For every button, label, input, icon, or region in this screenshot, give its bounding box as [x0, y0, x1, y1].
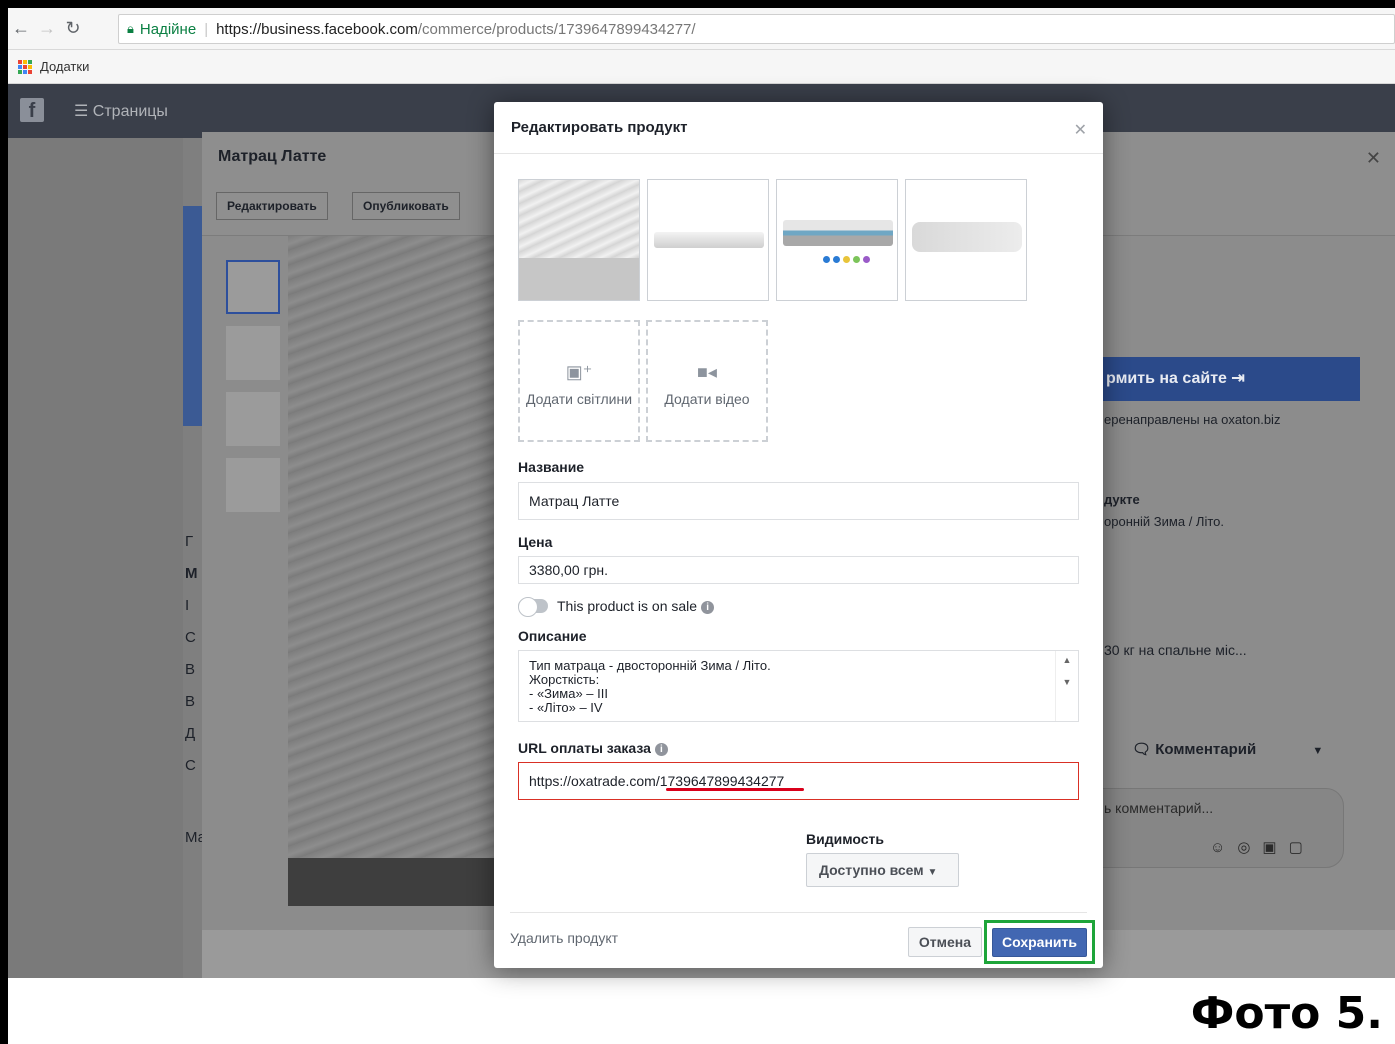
on-sale-toggle[interactable] [518, 597, 548, 617]
price-input[interactable]: 3380,00 грн. [518, 556, 1079, 584]
on-sale-label: This product is on sale i [557, 598, 715, 614]
browser-toolbar: ← → ↻ 🔒︎ Надійне | https://business.face… [8, 8, 1395, 50]
comment-tools: ☺◎▣▢ [1210, 838, 1315, 856]
secure-label: Надійне [139, 20, 197, 38]
publish-button[interactable]: Опубликовать [352, 192, 460, 220]
product-thumbnails [226, 260, 280, 524]
comment-placeholder: ь комментарий... [1104, 800, 1214, 816]
url-label: URL оплаты заказа i [518, 740, 668, 756]
visibility-label: Видимость [806, 831, 884, 847]
sticker-icon[interactable]: ▢ [1289, 839, 1315, 856]
scroll-down-icon[interactable]: ▼ [1056, 677, 1078, 687]
edit-product-modal: Редактировать продукт ✕ ▣⁺ Додати світли… [494, 102, 1103, 968]
info-icon[interactable]: i [654, 742, 668, 756]
name-input[interactable]: Матрац Латте [518, 482, 1079, 520]
checkout-url-input[interactable]: https://oxatrade.com/1739647899434277 [518, 762, 1079, 800]
save-highlight-frame: Сохранить [984, 920, 1095, 964]
add-photos-label: Додати світлини [525, 391, 633, 407]
about-text: оронній Зима / Літо. [1104, 514, 1224, 529]
bookmarks-bar: Додатки [8, 50, 1395, 84]
modal-footer-divider [510, 912, 1087, 913]
description-label: Описание [518, 628, 587, 644]
forward-arrow-icon[interactable]: → [34, 18, 60, 39]
visibility-dropdown[interactable]: Доступно всем ▼ [806, 853, 959, 887]
url-path: /commerce/products/1739647899434277/ [417, 20, 696, 38]
apps-grid-icon[interactable] [18, 59, 32, 74]
modal-header: Редактировать продукт ✕ [494, 102, 1103, 154]
price-label: Цена [518, 534, 553, 550]
thumbnail[interactable] [226, 392, 280, 446]
back-arrow-icon[interactable]: ← [8, 18, 34, 39]
pages-menu[interactable]: ☰ Страницы [74, 101, 168, 121]
chevron-down-icon: ▼ [1312, 745, 1324, 757]
thumbnail[interactable] [226, 260, 280, 314]
facebook-logo-icon[interactable]: f [20, 98, 44, 122]
url-label-text: URL оплаты заказа [518, 740, 651, 756]
image-caption-bar [288, 858, 508, 906]
product-detail-title: Матрац Латте [218, 148, 327, 165]
description-scrollbar[interactable]: ▲ ▼ [1055, 651, 1078, 721]
product-main-image [288, 236, 508, 906]
close-icon[interactable]: ✕ [1074, 120, 1087, 140]
checkout-on-site-label: рмить на сайте [1106, 370, 1227, 387]
description-textarea[interactable]: Тип матраца - двосторонній Зима / Літо. … [518, 650, 1079, 722]
url-separator: | [204, 20, 209, 38]
gif-icon[interactable]: ▣ [1262, 839, 1288, 856]
pages-menu-label: Страницы [92, 103, 168, 120]
add-video-label: Додати відео [664, 391, 750, 407]
name-label: Название [518, 459, 585, 475]
thumbnail[interactable] [226, 326, 280, 380]
url-id-highlight [666, 788, 804, 791]
delete-product-link[interactable]: Удалить продукт [510, 930, 618, 946]
visibility-value: Доступно всем [819, 862, 924, 878]
cancel-button[interactable]: Отмена [908, 927, 982, 957]
add-video-button[interactable]: ■◂ Додати відео [646, 320, 768, 442]
on-sale-text: This product is on sale [557, 598, 698, 614]
scroll-up-icon[interactable]: ▲ [1056, 655, 1078, 665]
chevron-down-icon: ▼ [927, 867, 938, 878]
add-photos-button[interactable]: ▣⁺ Додати світлини [518, 320, 640, 442]
thumbnail[interactable] [226, 458, 280, 512]
weight-text: 30 кг на спальне міс... [1104, 642, 1247, 658]
camera-icon[interactable]: ◎ [1237, 839, 1262, 856]
address-bar[interactable]: 🔒︎ Надійне | https://business.facebook.c… [118, 14, 1395, 44]
url-host: https://business.facebook.com [216, 20, 418, 38]
redirect-note: еренаправлены на oxaton.biz [1104, 412, 1281, 427]
comment-button[interactable]: 🗨︎ Комментарий ▼ [1132, 740, 1323, 758]
lock-icon: 🔒︎ [127, 21, 134, 36]
comment-label: Комментарий [1155, 741, 1257, 758]
bookmarks-apps-label[interactable]: Додатки [40, 59, 89, 74]
hamburger-icon: ☰ [74, 103, 89, 120]
about-heading: дукте [1104, 492, 1140, 507]
video-camera-icon: ■◂ [697, 362, 717, 382]
info-icon[interactable]: i [701, 600, 715, 614]
product-photo[interactable] [518, 179, 640, 301]
product-photo[interactable] [905, 179, 1027, 301]
emoji-icon[interactable]: ☺ [1210, 839, 1237, 856]
save-button[interactable]: Сохранить [992, 928, 1087, 957]
external-link-icon: ⇥ [1231, 370, 1245, 387]
checkout-on-site-button[interactable]: рмить на сайте ⇥ [1102, 357, 1360, 401]
product-photo[interactable] [776, 179, 898, 301]
reload-icon[interactable]: ↻ [60, 18, 86, 39]
edit-button[interactable]: Редактировать [216, 192, 328, 220]
modal-title: Редактировать продукт [511, 119, 688, 136]
product-photos [518, 179, 1027, 301]
comment-icon: 🗨︎ [1132, 741, 1152, 758]
close-icon[interactable]: ✕ [1366, 148, 1381, 169]
photo-caption: Фото 5. [1190, 988, 1383, 1039]
product-photo[interactable] [647, 179, 769, 301]
add-photo-icon: ▣⁺ [565, 362, 593, 382]
